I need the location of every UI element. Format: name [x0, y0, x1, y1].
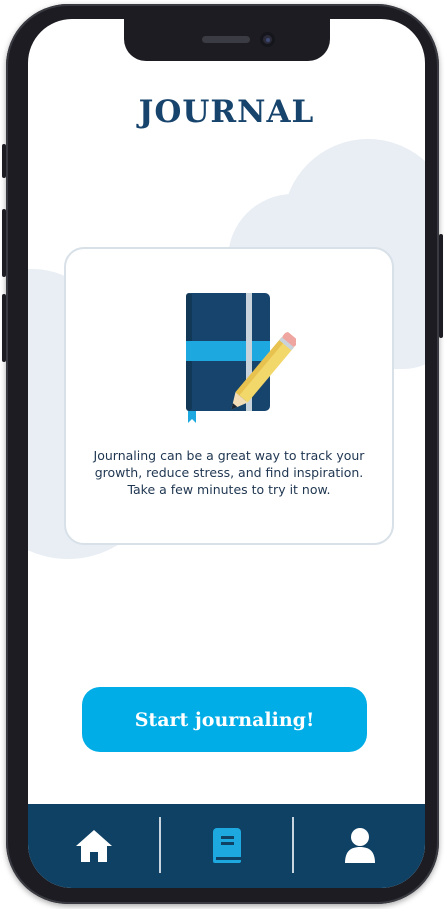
- app-screen: JOURNAL Journaling can be a great way to…: [28, 19, 425, 888]
- home-icon: [76, 830, 112, 862]
- power-button: [439, 234, 443, 338]
- card-description: Journaling can be a great way to track y…: [93, 448, 365, 497]
- volume-down-button: [2, 294, 6, 362]
- phone-frame: JOURNAL Journaling can be a great way to…: [2, 4, 443, 904]
- speaker-grille: [202, 36, 250, 43]
- front-camera: [260, 32, 275, 47]
- mute-switch: [2, 144, 6, 178]
- tab-profile[interactable]: [294, 804, 425, 888]
- person-icon: [345, 828, 375, 863]
- start-journaling-button[interactable]: Start journaling!: [82, 687, 367, 752]
- tab-home[interactable]: [28, 804, 160, 888]
- journal-intro-card: Journaling can be a great way to track y…: [64, 247, 394, 545]
- notch: [124, 19, 330, 61]
- page-title: JOURNAL: [138, 94, 315, 130]
- journal-book-icon: [213, 828, 241, 863]
- journal-notebook-pencil-illustration: [186, 293, 296, 423]
- volume-up-button: [2, 209, 6, 277]
- bottom-tab-bar: [28, 804, 425, 888]
- tab-journal[interactable]: [161, 804, 293, 888]
